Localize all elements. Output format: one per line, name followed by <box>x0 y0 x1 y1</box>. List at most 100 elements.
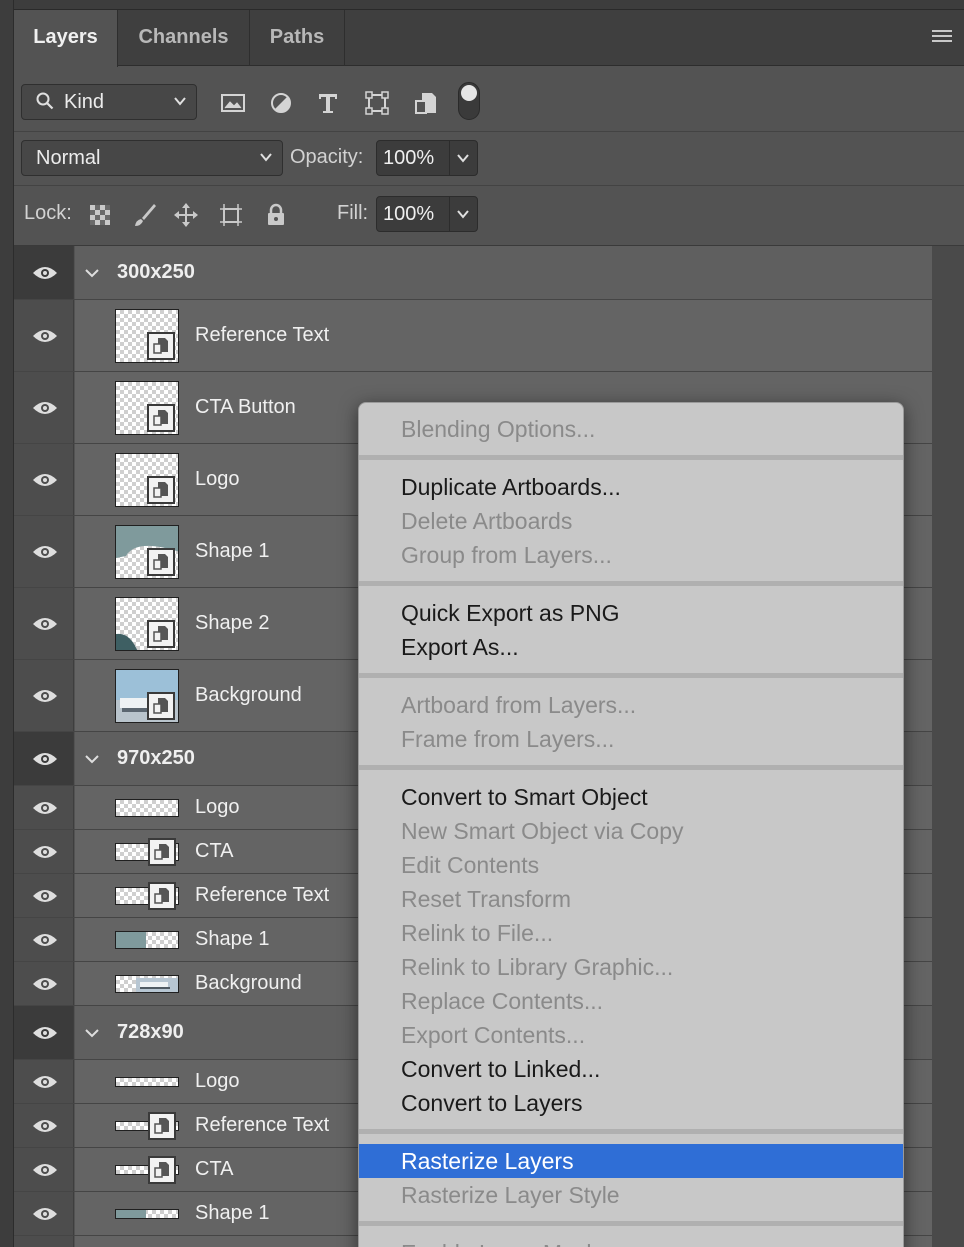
eye-icon[interactable] <box>32 265 58 281</box>
visibility-toggle[interactable] <box>14 660 74 731</box>
layer-name: Background <box>195 684 302 706</box>
eye-icon[interactable] <box>32 800 58 816</box>
visibility-toggle[interactable] <box>14 918 74 961</box>
visibility-toggle[interactable] <box>14 588 74 659</box>
eye-icon[interactable] <box>32 932 58 948</box>
menu-item-convert-to-smart-object[interactable]: Convert to Smart Object <box>359 780 903 814</box>
artboard-name: 300x250 <box>117 261 195 283</box>
opacity-field[interactable]: 100% <box>376 140 478 176</box>
menu-item-convert-to-layers[interactable]: Convert to Layers <box>359 1086 903 1120</box>
menu-separator <box>359 455 903 460</box>
lock-artboard-icon[interactable] <box>218 202 244 228</box>
layer-row[interactable]: Reference Text <box>14 300 932 372</box>
blend-mode-select[interactable]: Normal <box>21 140 283 176</box>
visibility-toggle[interactable] <box>14 830 74 873</box>
menu-item-edit-contents[interactable]: Edit Contents <box>359 848 903 882</box>
tab-paths[interactable]: Paths <box>250 10 345 66</box>
menu-item-enable-layer-mask[interactable]: Enable Layer Mask <box>359 1236 903 1247</box>
filter-kind-select[interactable]: Kind <box>21 84 197 120</box>
tab-channels[interactable]: Channels <box>118 10 250 66</box>
eye-icon[interactable] <box>32 844 58 860</box>
layer-name: Logo <box>195 1070 240 1092</box>
visibility-toggle[interactable] <box>14 1236 74 1247</box>
menu-item-group-from-layers[interactable]: Group from Layers... <box>359 538 903 572</box>
visibility-toggle[interactable] <box>14 732 74 785</box>
tab-layers[interactable]: Layers <box>14 10 118 67</box>
visibility-toggle[interactable] <box>14 874 74 917</box>
lock-image-pixels-icon[interactable] <box>132 202 158 228</box>
menu-item-frame-from-layers[interactable]: Frame from Layers... <box>359 722 903 756</box>
menu-item-relink-to-file[interactable]: Relink to File... <box>359 916 903 950</box>
chevron-down-icon[interactable] <box>83 750 101 768</box>
menu-item-convert-to-linked[interactable]: Convert to Linked... <box>359 1052 903 1086</box>
eye-icon[interactable] <box>32 976 58 992</box>
visibility-toggle[interactable] <box>14 1192 74 1235</box>
menu-separator <box>359 1129 903 1134</box>
chevron-down-icon[interactable] <box>455 206 471 222</box>
lock-all-icon[interactable] <box>263 202 289 228</box>
artboard-row-300x250[interactable]: 300x250 <box>14 246 932 300</box>
eye-icon[interactable] <box>32 616 58 632</box>
visibility-toggle[interactable] <box>14 1104 74 1147</box>
eye-icon[interactable] <box>32 1025 58 1041</box>
eye-icon[interactable] <box>32 472 58 488</box>
menu-item-new-smart-object-via-copy[interactable]: New Smart Object via Copy <box>359 814 903 848</box>
eye-icon[interactable] <box>32 1162 58 1178</box>
chevron-down-icon[interactable] <box>83 264 101 282</box>
chevron-down-icon[interactable] <box>83 1024 101 1042</box>
visibility-toggle[interactable] <box>14 1148 74 1191</box>
type-filter-icon[interactable] <box>314 89 342 117</box>
eye-icon[interactable] <box>32 688 58 704</box>
layer-name: Reference Text <box>195 1114 330 1136</box>
panel-right-edge <box>932 246 964 1247</box>
menu-item-relink-to-library-graphic[interactable]: Relink to Library Graphic... <box>359 950 903 984</box>
menu-item-duplicate-artboards[interactable]: Duplicate Artboards... <box>359 470 903 504</box>
eye-icon[interactable] <box>32 544 58 560</box>
lock-position-icon[interactable] <box>173 202 199 228</box>
adjustment-filter-icon[interactable] <box>267 89 295 117</box>
visibility-toggle[interactable] <box>14 1060 74 1103</box>
image-filter-icon[interactable] <box>219 89 247 117</box>
filter-kind-label: Kind <box>64 91 105 113</box>
menu-item-rasterize-layer-style[interactable]: Rasterize Layer Style <box>359 1178 903 1212</box>
visibility-toggle[interactable] <box>14 516 74 587</box>
fill-field[interactable]: 100% <box>376 196 478 232</box>
chevron-down-icon[interactable] <box>455 150 471 166</box>
visibility-toggle[interactable] <box>14 1006 74 1059</box>
context-menu: Blending Options... Duplicate Artboards.… <box>358 402 904 1247</box>
layer-thumbnail <box>115 1209 179 1219</box>
eye-icon[interactable] <box>32 328 58 344</box>
shape-filter-icon[interactable] <box>363 89 391 117</box>
visibility-toggle[interactable] <box>14 246 74 299</box>
visibility-toggle[interactable] <box>14 962 74 1005</box>
eye-icon[interactable] <box>32 1118 58 1134</box>
menu-item-blending-options[interactable]: Blending Options... <box>359 412 903 446</box>
visibility-toggle[interactable] <box>14 444 74 515</box>
eye-icon[interactable] <box>32 888 58 904</box>
menu-item-export-as[interactable]: Export As... <box>359 630 903 664</box>
visibility-toggle[interactable] <box>14 300 74 371</box>
menu-item-reset-transform[interactable]: Reset Transform <box>359 882 903 916</box>
visibility-toggle[interactable] <box>14 786 74 829</box>
menu-item-delete-artboards[interactable]: Delete Artboards <box>359 504 903 538</box>
lock-row: Lock: Fill: 100% <box>14 186 964 246</box>
filter-toggle[interactable] <box>458 82 480 120</box>
panel-menu-icon[interactable] <box>932 30 952 44</box>
menu-item-quick-export-png[interactable]: Quick Export as PNG <box>359 596 903 630</box>
eye-icon[interactable] <box>32 400 58 416</box>
smart-object-filter-icon[interactable] <box>412 89 440 117</box>
chevron-down-icon <box>174 97 186 106</box>
menu-item-rasterize-layers[interactable]: Rasterize Layers <box>359 1144 903 1178</box>
menu-item-export-contents[interactable]: Export Contents... <box>359 1018 903 1052</box>
lock-transparent-pixels-icon[interactable] <box>87 202 113 228</box>
eye-icon[interactable] <box>32 1206 58 1222</box>
eye-icon[interactable] <box>32 751 58 767</box>
menu-separator <box>359 765 903 770</box>
smart-object-badge-icon <box>147 548 175 576</box>
left-edge <box>0 0 14 1247</box>
menu-item-artboard-from-layers[interactable]: Artboard from Layers... <box>359 688 903 722</box>
layer-thumbnail <box>115 799 179 817</box>
visibility-toggle[interactable] <box>14 372 74 443</box>
menu-item-replace-contents[interactable]: Replace Contents... <box>359 984 903 1018</box>
eye-icon[interactable] <box>32 1074 58 1090</box>
